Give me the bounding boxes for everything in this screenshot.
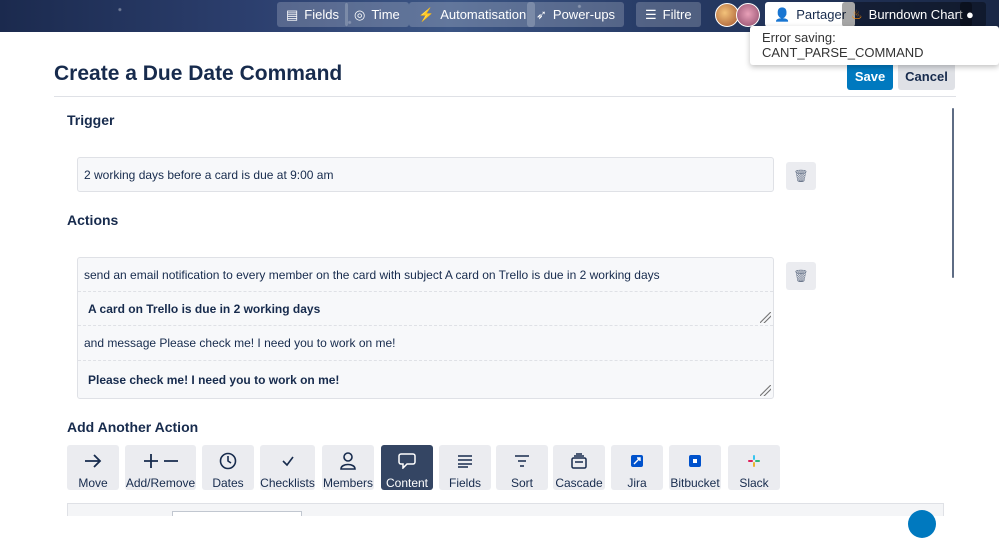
fields-icon: ▤ xyxy=(286,7,299,22)
cascade-icon xyxy=(570,450,588,472)
flame-icon: ♨ xyxy=(851,7,863,22)
message-textarea[interactable]: Please check me! I need you to work on m… xyxy=(78,361,773,398)
cancel-button[interactable]: Cancel xyxy=(898,62,955,90)
speech-bubble-icon xyxy=(398,450,416,472)
delete-action-button[interactable]: 🗑 xyxy=(786,262,816,290)
email-action-line: send an email notification to every memb… xyxy=(78,258,773,292)
config-input[interactable] xyxy=(172,511,302,516)
actions-heading: Actions xyxy=(67,212,119,228)
resize-handle-icon[interactable] xyxy=(760,312,771,323)
action-type-add-remove[interactable]: Add/Remove xyxy=(125,445,196,490)
fields-button[interactable]: ▤ Fields xyxy=(277,2,348,27)
avatar[interactable] xyxy=(736,3,760,27)
action-type-label: Content xyxy=(385,476,429,490)
subject-textarea[interactable]: A card on Trello is due in 2 working day… xyxy=(78,292,773,326)
clock-icon: ◎ xyxy=(354,7,366,22)
action-type-fields[interactable]: Fields xyxy=(439,445,491,490)
trash-icon: 🗑 xyxy=(793,169,809,183)
action-type-cascade[interactable]: Cascade xyxy=(553,445,605,490)
action-type-label: Members xyxy=(322,476,373,490)
trash-icon: 🗑 xyxy=(793,269,809,283)
jira-icon xyxy=(631,450,643,472)
automation-button-label: Automatisation xyxy=(440,7,527,22)
action-type-members[interactable]: Members xyxy=(322,445,374,490)
action-type-label: Add/Remove xyxy=(125,476,196,490)
globe-icon: ● xyxy=(966,7,974,22)
action-type-bitbucket[interactable]: Bitbucket xyxy=(669,445,721,490)
more-button[interactable]: ● xyxy=(960,2,986,27)
message-action-text: and message Please check me! I need you … xyxy=(84,336,396,350)
message-value: Please check me! I need you to work on m… xyxy=(88,372,340,387)
action-type-checklists[interactable]: Checklists xyxy=(260,445,315,490)
trigger-heading: Trigger xyxy=(67,112,115,128)
action-box: send an email notification to every memb… xyxy=(77,257,774,399)
plus-minus-icon xyxy=(142,450,180,472)
action-type-jira[interactable]: Jira xyxy=(611,445,663,490)
automation-button[interactable]: ⚡ Automatisation xyxy=(409,2,536,27)
save-button[interactable]: Save xyxy=(847,62,893,90)
share-button-label: Partager xyxy=(796,7,847,22)
clock-icon xyxy=(219,450,237,472)
action-type-slack[interactable]: Slack xyxy=(728,445,780,490)
action-type-label: Slack xyxy=(739,476,769,490)
filter-button-label: Filtre xyxy=(662,7,692,22)
action-type-move[interactable]: Move xyxy=(67,445,119,490)
action-type-sort[interactable]: Sort xyxy=(496,445,548,490)
action-type-label: Sort xyxy=(510,476,533,490)
error-toast: Error saving: CANT_PARSE_COMMAND xyxy=(750,26,999,65)
arrow-right-icon xyxy=(84,450,102,472)
time-button-label: Time xyxy=(371,7,400,22)
checkmark-icon xyxy=(281,450,295,472)
subject-value: A card on Trello is due in 2 working day… xyxy=(88,301,321,316)
sort-icon xyxy=(514,450,530,472)
filter-icon: ☰ xyxy=(645,7,657,22)
fields-button-label: Fields xyxy=(304,7,339,22)
power-ups-button-label: Power-ups xyxy=(552,7,616,22)
action-type-dates[interactable]: Dates xyxy=(202,445,254,490)
page-title: Create a Due Date Command xyxy=(54,62,343,85)
rocket-icon: ➶ xyxy=(536,7,547,22)
person-icon xyxy=(340,450,356,472)
burndown-chart-button[interactable]: ♨ Burndown Chart xyxy=(842,2,972,27)
time-button[interactable]: ◎ Time xyxy=(345,2,409,27)
message-action-line: and message Please check me! I need you … xyxy=(78,326,773,361)
burndown-chart-button-label: Burndown Chart xyxy=(868,7,963,22)
add-action-button[interactable] xyxy=(908,510,936,538)
resize-handle-icon[interactable] xyxy=(760,385,771,396)
header-divider xyxy=(54,96,956,97)
action-type-label: Jira xyxy=(627,476,647,490)
action-type-label: Fields xyxy=(448,476,481,490)
power-ups-button[interactable]: ➶ Power-ups xyxy=(527,2,625,27)
slack-icon xyxy=(748,450,760,472)
lines-icon xyxy=(457,450,473,472)
add-action-heading: Add Another Action xyxy=(67,419,199,435)
trigger-text: 2 working days before a card is due at 9… xyxy=(84,167,334,182)
scrollbar[interactable] xyxy=(952,108,954,278)
error-message: Error saving: CANT_PARSE_COMMAND xyxy=(762,30,924,60)
action-type-content[interactable]: Content xyxy=(381,445,433,490)
action-type-label: Checklists xyxy=(260,476,315,490)
action-type-label: Bitbucket xyxy=(670,476,720,490)
trigger-box[interactable]: 2 working days before a card is due at 9… xyxy=(77,157,774,192)
lightning-icon: ⚡ xyxy=(418,7,435,22)
action-type-label: Cascade xyxy=(555,476,603,490)
add-person-icon: 👤 xyxy=(774,7,791,22)
action-type-label: Move xyxy=(78,476,108,490)
action-type-label: Dates xyxy=(212,476,244,490)
filter-button[interactable]: ☰ Filtre xyxy=(636,2,701,27)
email-action-text: send an email notification to every memb… xyxy=(84,267,660,282)
delete-trigger-button[interactable]: 🗑 xyxy=(786,162,816,190)
bitbucket-icon xyxy=(689,450,701,472)
